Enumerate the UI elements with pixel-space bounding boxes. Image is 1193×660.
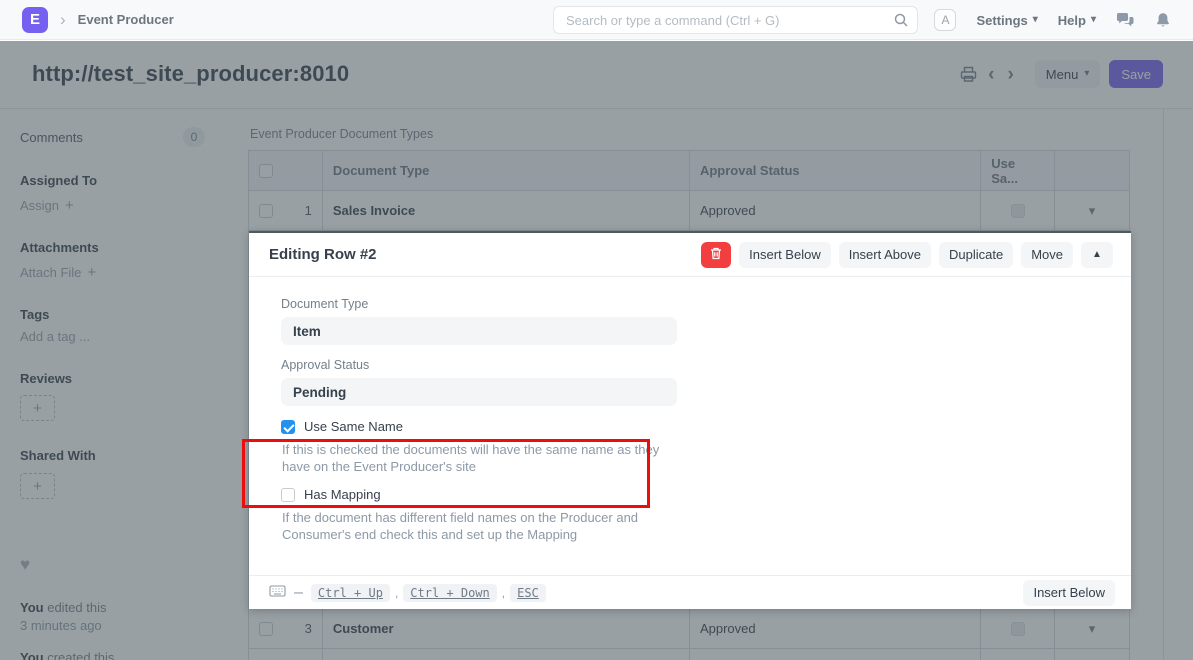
editor-footer: – Ctrl + Up , Ctrl + Down , ESC Insert B… — [249, 575, 1131, 609]
help-label: Help — [1058, 13, 1086, 28]
field-label-document-type: Document Type — [281, 297, 1131, 311]
use-same-name-label: Use Same Name — [304, 419, 403, 434]
search-icon — [893, 12, 909, 33]
editor-actions: Insert Below Insert Above Duplicate Move… — [701, 242, 1113, 268]
editor-title: Editing Row #2 — [269, 246, 377, 263]
delete-row-button[interactable] — [701, 242, 731, 268]
shortcut-ctrl-up: Ctrl + Up — [311, 584, 390, 602]
has-mapping-description: If the document has different field name… — [282, 509, 680, 543]
footer-insert-below-button[interactable]: Insert Below — [1023, 580, 1115, 606]
search-input[interactable] — [553, 6, 918, 34]
chevron-down-icon: ▾ — [1091, 15, 1096, 25]
chat-icon[interactable] — [1116, 12, 1135, 29]
settings-label: Settings — [976, 13, 1027, 28]
insert-above-button[interactable]: Insert Above — [839, 242, 931, 268]
logo-letter: E — [30, 11, 40, 28]
has-mapping-label: Has Mapping — [304, 487, 381, 502]
nav-right: A Settings ▾ Help ▾ — [934, 0, 1171, 40]
keyboard-icon — [269, 584, 286, 602]
chevron-down-icon: ▾ — [1033, 15, 1038, 25]
use-same-name-checkbox[interactable] — [281, 420, 295, 434]
settings-menu[interactable]: Settings ▾ — [976, 13, 1037, 28]
grid-row-editor: Editing Row #2 Insert Below Insert Ab — [249, 231, 1131, 609]
global-search — [553, 6, 918, 34]
shortcut-esc: ESC — [510, 584, 546, 602]
use-same-name-description: If this is checked the documents will ha… — [282, 441, 680, 475]
approval-status-field[interactable]: Pending — [281, 378, 677, 406]
notifications-bell-icon[interactable] — [1155, 12, 1171, 29]
shortcut-ctrl-down: Ctrl + Down — [403, 584, 496, 602]
avatar[interactable]: A — [934, 9, 956, 31]
avatar-letter: A — [941, 13, 949, 27]
collapse-up-icon: ▲ — [1092, 249, 1102, 260]
editor-body: Document Type Item Approval Status Pendi… — [249, 277, 1131, 544]
duplicate-button[interactable]: Duplicate — [939, 242, 1013, 268]
trash-icon — [710, 247, 722, 263]
insert-below-button[interactable]: Insert Below — [739, 242, 831, 268]
breadcrumb[interactable]: Event Producer — [78, 12, 174, 27]
has-mapping-row: Has Mapping — [281, 487, 1131, 502]
help-menu[interactable]: Help ▾ — [1058, 13, 1096, 28]
move-button[interactable]: Move — [1021, 242, 1073, 268]
shortcut-hints: – Ctrl + Up , Ctrl + Down , ESC — [269, 584, 546, 602]
comma-separator: , — [395, 586, 398, 600]
nav-left: E › Event Producer — [0, 7, 174, 33]
editor-header: Editing Row #2 Insert Below Insert Ab — [249, 233, 1131, 277]
field-label-approval-status: Approval Status — [281, 358, 1131, 372]
app-window: E › Event Producer A Settings ▾ Help — [0, 0, 1193, 660]
use-same-name-row: Use Same Name — [281, 419, 1131, 434]
comma-separator: , — [502, 586, 505, 600]
app-logo[interactable]: E — [22, 7, 48, 33]
collapse-row-button[interactable]: ▲ — [1081, 242, 1113, 268]
has-mapping-checkbox[interactable] — [281, 488, 295, 502]
chevron-right-icon: › — [60, 11, 66, 28]
dash-separator: – — [294, 584, 303, 602]
document-type-field[interactable]: Item — [281, 317, 677, 345]
navbar: E › Event Producer A Settings ▾ Help — [0, 0, 1193, 40]
